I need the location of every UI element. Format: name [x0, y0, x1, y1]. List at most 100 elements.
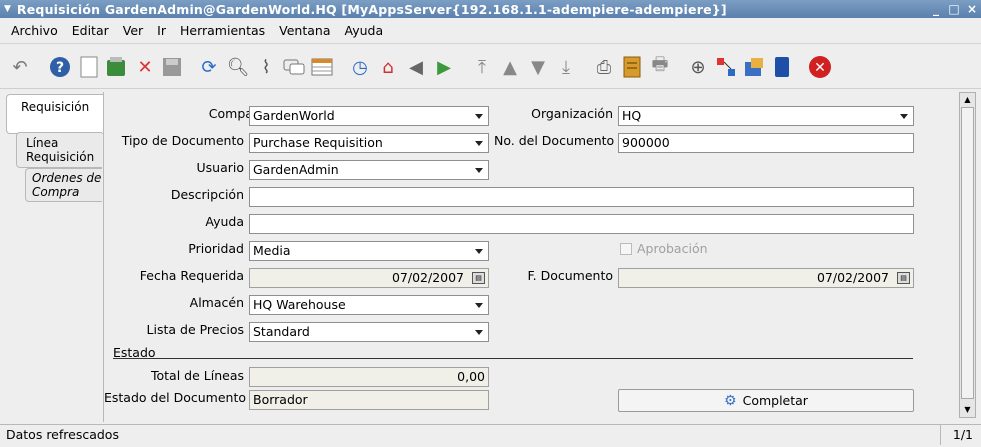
date-doc-value: 07/02/2007	[816, 270, 889, 285]
tab-linea-requisicion[interactable]: Línea Requisición	[16, 132, 102, 168]
window-menu-icon[interactable]: ▼	[4, 4, 11, 14]
back-icon[interactable]: ◀	[404, 55, 428, 79]
scroll-thumb[interactable]	[961, 107, 974, 399]
vertical-scrollbar[interactable]: ▲ ▼	[959, 92, 976, 418]
description-field[interactable]	[249, 187, 914, 207]
next-record-icon[interactable]: ▼	[526, 55, 550, 79]
approval-checkbox[interactable]	[620, 243, 632, 255]
price-list-value: Standard	[253, 324, 310, 339]
previous-record-icon[interactable]: ▲	[498, 55, 522, 79]
doc-type-label: Tipo de Documento	[121, 133, 244, 148]
toolbar: ↶ ? ✕ ⟳ 🔍︎ ⌇ ◷ ⌂ ◀ ▶ ⤒ ▲ ▼ ⤓ ⎙ 🖶︎ ⊕ ✕	[0, 45, 981, 89]
total-lines-label: Total de Líneas	[151, 368, 244, 383]
description-label: Descripción	[170, 187, 244, 202]
delete-icon[interactable]: ✕	[133, 55, 157, 79]
last-record-icon[interactable]: ⤓	[554, 55, 578, 79]
record-count[interactable]: 1/1	[953, 427, 973, 442]
chevron-down-icon	[475, 330, 483, 335]
warehouse-label: Almacén	[189, 295, 244, 310]
menu-herramientas[interactable]: Herramientas	[173, 23, 272, 38]
menu-bar: Archivo Editar Ver Ir Herramientas Venta…	[0, 18, 981, 44]
product-info-icon[interactable]	[770, 55, 794, 79]
organization-label: Organización	[531, 106, 613, 121]
save-icon[interactable]	[160, 55, 184, 79]
menu-ventana[interactable]: Ventana	[272, 23, 337, 38]
close-icon[interactable]: ×	[963, 2, 981, 16]
company-value: GardenWorld	[253, 108, 335, 123]
doc-type-value: Purchase Requisition	[253, 135, 383, 150]
priority-select[interactable]: Media	[249, 241, 489, 261]
company-select[interactable]: GardenWorld	[249, 106, 489, 126]
svg-text:✕: ✕	[814, 60, 826, 76]
complete-button-label: Completar	[742, 393, 808, 408]
print-icon[interactable]: 🖶︎	[648, 54, 672, 79]
gear-icon: ⚙	[724, 392, 737, 409]
scroll-down-icon[interactable]: ▼	[960, 403, 975, 417]
tab-ordenes-de-compra[interactable]: Ordenes de Compra	[25, 168, 102, 202]
first-record-icon[interactable]: ⤒	[470, 55, 494, 79]
workflow-icon[interactable]	[714, 55, 738, 79]
minimize-icon[interactable]: _	[927, 2, 945, 16]
chevron-down-icon	[475, 114, 483, 119]
grid-toggle-icon[interactable]	[310, 55, 334, 79]
history-icon[interactable]: ◷	[348, 55, 372, 79]
approval-label: Aprobación	[637, 241, 708, 256]
chevron-down-icon	[475, 249, 483, 254]
close-window-icon[interactable]: ✕	[808, 55, 832, 79]
refresh-icon[interactable]: ⟳	[197, 55, 221, 79]
help-label: Ayuda	[205, 214, 244, 229]
zoom-across-icon[interactable]: ⊕	[686, 55, 710, 79]
warehouse-select[interactable]: HQ Warehouse	[249, 295, 489, 315]
calendar-icon[interactable]: ▤	[472, 272, 485, 284]
price-list-label: Lista de Precios	[146, 322, 244, 337]
date-doc-label: F. Documento	[527, 268, 613, 283]
menu-ver[interactable]: Ver	[116, 23, 150, 38]
user-label: Usuario	[196, 160, 244, 175]
menu-ayuda[interactable]: Ayuda	[338, 23, 391, 38]
scroll-up-icon[interactable]: ▲	[960, 93, 975, 107]
window-titlebar: ▼ Requisición GardenAdmin@GardenWorld.HQ…	[0, 0, 981, 18]
doc-type-select[interactable]: Purchase Requisition	[249, 133, 489, 153]
help-field[interactable]	[249, 214, 914, 234]
status-message: Datos refrescados	[6, 427, 119, 442]
chevron-down-icon	[475, 141, 483, 146]
record-form: Compañía GardenWorld Organización HQ Tip…	[103, 92, 958, 422]
date-required-field[interactable]: 07/02/2007 ▤	[249, 268, 489, 288]
calendar-icon[interactable]: ▤	[897, 272, 910, 284]
doc-status-field: Borrador	[249, 390, 489, 410]
tab-requisicion[interactable]: Requisición	[6, 94, 104, 134]
doc-no-field[interactable]: 900000	[618, 133, 914, 153]
menu-editar[interactable]: Editar	[65, 23, 116, 38]
priority-value: Media	[253, 243, 291, 258]
menu-archivo[interactable]: Archivo	[4, 23, 65, 38]
help-icon[interactable]: ?	[48, 55, 72, 79]
date-required-value: 07/02/2007	[391, 270, 464, 285]
date-required-label: Fecha Requerida	[139, 268, 244, 283]
new-record-icon[interactable]	[77, 55, 101, 79]
tab-panel: Requisición Línea Requisición Ordenes de…	[0, 90, 104, 423]
undo-icon[interactable]: ↶	[8, 55, 32, 79]
report-icon[interactable]: ⎙	[592, 55, 616, 79]
attachment-icon[interactable]: ⌇	[254, 55, 278, 79]
forward-icon[interactable]: ▶	[432, 55, 456, 79]
home-icon[interactable]: ⌂	[376, 55, 400, 79]
complete-button[interactable]: ⚙ Completar	[618, 389, 914, 412]
doc-status-label: Estado del Documento	[104, 390, 247, 405]
maximize-icon[interactable]: □	[945, 2, 963, 16]
copy-record-icon[interactable]	[104, 55, 128, 79]
find-icon[interactable]: 🔍︎	[226, 55, 250, 79]
chat-icon[interactable]	[282, 55, 306, 79]
archive-icon[interactable]	[620, 55, 644, 79]
price-list-select[interactable]: Standard	[249, 322, 489, 342]
priority-label: Prioridad	[188, 241, 244, 256]
request-icon[interactable]	[742, 55, 766, 79]
user-value: GardenAdmin	[253, 162, 339, 177]
window-title: Requisición GardenAdmin@GardenWorld.HQ […	[16, 1, 727, 17]
organization-select[interactable]: HQ	[618, 106, 914, 126]
date-doc-field[interactable]: 07/02/2007 ▤	[618, 268, 914, 288]
chevron-down-icon	[475, 168, 483, 173]
warehouse-value: HQ Warehouse	[253, 297, 346, 312]
user-select[interactable]: GardenAdmin	[249, 160, 489, 180]
menu-ir[interactable]: Ir	[150, 23, 173, 38]
svg-text:?: ?	[56, 60, 64, 76]
